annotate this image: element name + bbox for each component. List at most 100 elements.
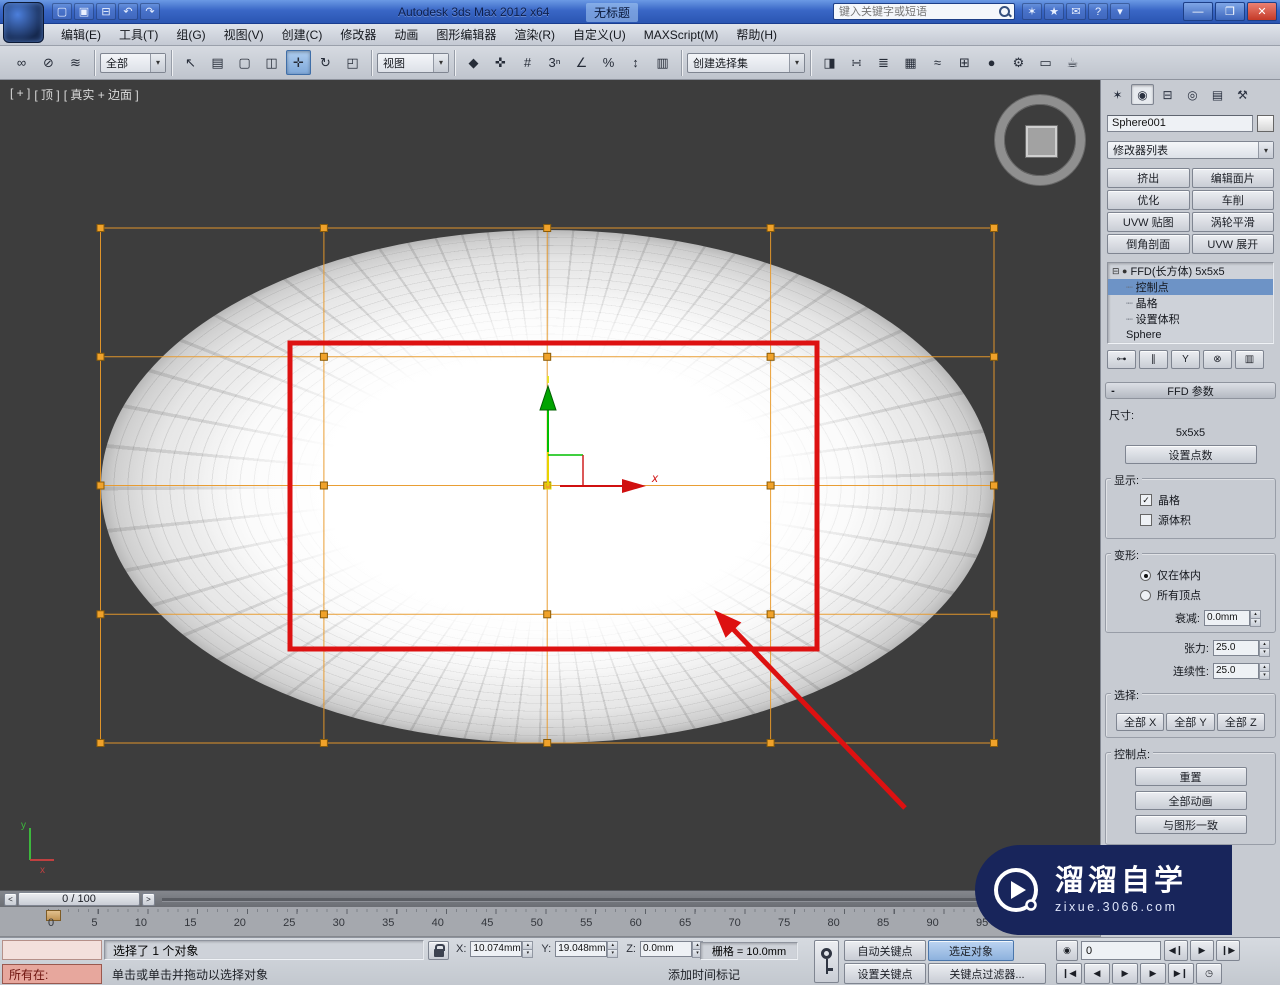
tab-hierarchy[interactable]: ⊟ bbox=[1156, 84, 1179, 105]
select-all-z-button[interactable]: 全部 Z bbox=[1217, 713, 1265, 731]
spinner-arrows-icon[interactable]: ▴▾ bbox=[607, 941, 618, 957]
pin-stack-icon[interactable]: ⊶ bbox=[1107, 350, 1136, 369]
select-and-link-icon[interactable]: ∞ bbox=[9, 50, 34, 75]
key-mode-toggle-button[interactable]: ◉ bbox=[1056, 940, 1078, 961]
go-to-start-button[interactable]: ❙◀ bbox=[1056, 963, 1082, 984]
previous-key-button[interactable]: ◀ bbox=[1084, 963, 1110, 984]
save-file-icon[interactable]: ⊟ bbox=[96, 3, 116, 20]
app-logo-icon[interactable] bbox=[3, 2, 44, 43]
graphite-ribbon-icon[interactable]: ▦ bbox=[898, 50, 923, 75]
tab-motion[interactable]: ◎ bbox=[1181, 84, 1204, 105]
time-slider-next-button[interactable]: > bbox=[142, 893, 155, 906]
set-number-of-points-button[interactable]: 设置点数 bbox=[1125, 445, 1257, 464]
search-input[interactable] bbox=[834, 4, 997, 19]
transform-gizmo[interactable]: x bbox=[540, 376, 659, 493]
lattice-checkbox[interactable]: ✓ bbox=[1140, 494, 1152, 506]
continuity-spinner[interactable]: 25.0 ▴▾ bbox=[1213, 663, 1270, 679]
object-color-swatch[interactable] bbox=[1257, 115, 1274, 132]
viewport-menu-shading[interactable]: [ 真实 + 边面 ] bbox=[64, 86, 139, 103]
material-editor-icon[interactable]: ● bbox=[979, 50, 1004, 75]
curve-editor-icon[interactable]: ≈ bbox=[925, 50, 950, 75]
select-and-rotate-icon[interactable]: ↻ bbox=[313, 50, 338, 75]
stack-ffd-modifier[interactable]: ⊟ ● FFD(长方体) 5x5x5 bbox=[1108, 263, 1273, 279]
tab-create[interactable]: ✶ bbox=[1106, 84, 1129, 105]
modifier-turbosmooth-button[interactable]: 涡轮平滑 bbox=[1192, 212, 1275, 232]
viewport-menu-view[interactable]: [ 顶 ] bbox=[34, 86, 59, 103]
menu-help[interactable]: 帮助(H) bbox=[727, 24, 786, 46]
viewport-menu-general[interactable]: [ + ] bbox=[10, 86, 30, 103]
animate-all-button[interactable]: 全部动画 bbox=[1135, 791, 1247, 810]
redo-icon[interactable]: ↷ bbox=[140, 3, 160, 20]
select-by-name-icon[interactable]: ▤ bbox=[205, 50, 230, 75]
spinner-arrows-icon[interactable]: ▴▾ bbox=[522, 941, 533, 957]
mirror-icon[interactable]: ◨ bbox=[817, 50, 842, 75]
menu-views[interactable]: 视图(V) bbox=[215, 24, 273, 46]
modifier-edit-patch-button[interactable]: 编辑面片 bbox=[1192, 168, 1275, 188]
ffd-parameters-rollout[interactable]: - FFD 参数 bbox=[1105, 382, 1276, 399]
menu-create[interactable]: 创建(C) bbox=[273, 24, 332, 46]
menu-customize[interactable]: 自定义(U) bbox=[564, 24, 635, 46]
source-volume-checkbox[interactable]: ✓ bbox=[1140, 514, 1152, 526]
maxscript-mini-listener[interactable]: 所有在: bbox=[2, 964, 102, 984]
tension-spinner[interactable]: 25.0 ▴▾ bbox=[1213, 640, 1270, 656]
schematic-view-icon[interactable]: ⊞ bbox=[952, 50, 977, 75]
unlink-selection-icon[interactable]: ⊘ bbox=[36, 50, 61, 75]
set-keys-button[interactable] bbox=[814, 940, 839, 983]
falloff-spinner[interactable]: 0.0mm ▴▾ bbox=[1204, 610, 1261, 626]
show-end-result-icon[interactable]: ∥ bbox=[1139, 350, 1168, 369]
menu-animation[interactable]: 动画 bbox=[385, 24, 427, 46]
menu-graph-editors[interactable]: 图形编辑器 bbox=[427, 24, 505, 46]
key-filters-button[interactable]: 关键点过滤器... bbox=[928, 963, 1046, 984]
stack-set-volume[interactable]: ⊟ ● 设置体积 bbox=[1108, 311, 1273, 327]
layer-manager-icon[interactable]: ≣ bbox=[871, 50, 896, 75]
time-configuration-button[interactable]: ◷ bbox=[1196, 963, 1222, 984]
undo-icon[interactable]: ↶ bbox=[118, 3, 138, 20]
current-frame-field[interactable] bbox=[1081, 941, 1161, 960]
use-center-icon[interactable]: ◆ bbox=[461, 50, 486, 75]
close-button[interactable]: ✕ bbox=[1247, 2, 1277, 21]
bind-to-space-warp-icon[interactable]: ≋ bbox=[63, 50, 88, 75]
conform-to-shape-button[interactable]: 与图形一致 bbox=[1135, 815, 1247, 834]
new-file-icon[interactable]: ▢ bbox=[52, 3, 72, 20]
modifier-uvw-map-button[interactable]: UVW 贴图 bbox=[1107, 212, 1190, 232]
menu-tools[interactable]: 工具(T) bbox=[110, 24, 167, 46]
time-slider[interactable]: < 0 / 100 > bbox=[0, 890, 1100, 907]
menu-group[interactable]: 组(G) bbox=[167, 24, 214, 46]
favorites-star-icon[interactable]: ★ bbox=[1044, 3, 1064, 20]
remove-modifier-icon[interactable]: ⊗ bbox=[1203, 350, 1232, 369]
keyboard-override-icon[interactable]: # bbox=[515, 50, 540, 75]
select-all-x-button[interactable]: 全部 X bbox=[1116, 713, 1164, 731]
make-unique-icon[interactable]: Y bbox=[1171, 350, 1200, 369]
open-file-icon[interactable]: ▣ bbox=[74, 3, 94, 20]
communication-center-icon[interactable]: ✉ bbox=[1066, 3, 1086, 20]
add-time-tag-button[interactable]: 添加时间标记 bbox=[660, 964, 780, 984]
modifier-lathe-button[interactable]: 车削 bbox=[1192, 190, 1275, 210]
named-selection-sets-dropdown[interactable]: 创建选择集 ▾ bbox=[687, 53, 805, 73]
edit-named-selections-icon[interactable]: ▥ bbox=[650, 50, 675, 75]
maximize-button[interactable]: ❐ bbox=[1215, 2, 1245, 21]
minimize-button[interactable]: — bbox=[1183, 2, 1213, 21]
help-icon[interactable]: ? bbox=[1088, 3, 1108, 20]
configure-modifier-sets-icon[interactable]: ▥ bbox=[1235, 350, 1264, 369]
select-and-manipulate-icon[interactable]: ✜ bbox=[488, 50, 513, 75]
modifier-optimize-button[interactable]: 优化 bbox=[1107, 190, 1190, 210]
tab-utilities[interactable]: ⚒ bbox=[1231, 84, 1254, 105]
only-in-volume-radio[interactable] bbox=[1140, 570, 1151, 581]
maxscript-macro-recorder[interactable] bbox=[2, 940, 102, 960]
infocenter-star-icon[interactable]: ✶ bbox=[1022, 3, 1042, 20]
chevron-down-icon[interactable]: ▾ bbox=[1110, 3, 1130, 20]
modifier-bevel-profile-button[interactable]: 倒角剖面 bbox=[1107, 234, 1190, 254]
align-icon[interactable]: ∺ bbox=[844, 50, 869, 75]
selection-filter-dropdown[interactable]: 全部 ▾ bbox=[100, 53, 166, 73]
viewcube[interactable] bbox=[995, 95, 1085, 185]
modifier-extrude-button[interactable]: 挤出 bbox=[1107, 168, 1190, 188]
rendered-frame-icon[interactable]: ▭ bbox=[1033, 50, 1058, 75]
selection-region-icon[interactable]: ▢ bbox=[232, 50, 257, 75]
spinner-snap-icon[interactable]: ↕ bbox=[623, 50, 648, 75]
key-mode-selected-dropdown[interactable]: 选定对象 bbox=[928, 940, 1014, 961]
tab-modify[interactable]: ◉ bbox=[1131, 84, 1154, 105]
go-to-end-button[interactable]: ▶❙ bbox=[1168, 963, 1194, 984]
angle-snap-icon[interactable]: ∠ bbox=[569, 50, 594, 75]
reference-coordinate-dropdown[interactable]: 视图 ▾ bbox=[377, 53, 449, 73]
viewport-top[interactable]: [ + ] [ 顶 ] [ 真实 + 边面 ] bbox=[0, 80, 1100, 890]
